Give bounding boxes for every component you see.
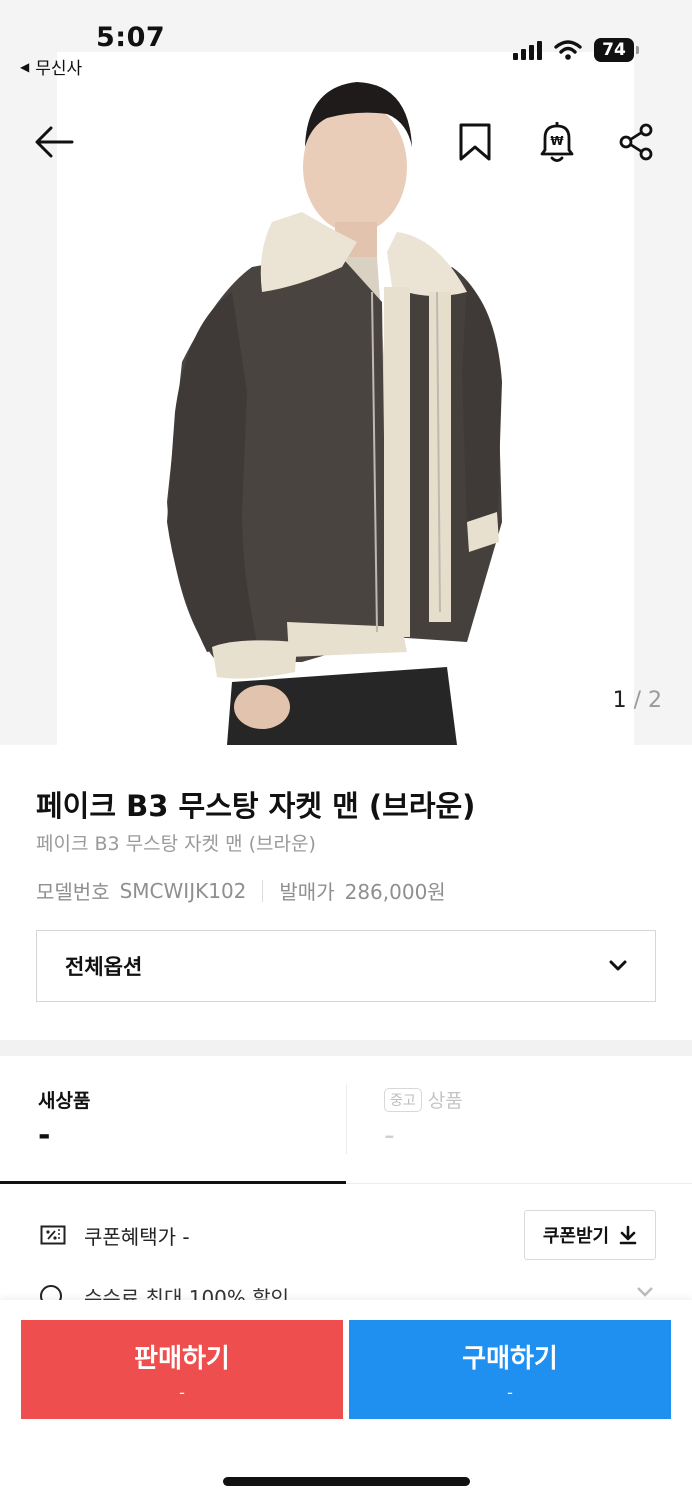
home-indicator[interactable] xyxy=(223,1477,470,1486)
condition-tabs: 새상품 - 중고 상품 - xyxy=(0,1056,692,1184)
release-price-label: 발매가 xyxy=(279,880,335,904)
status-indicators: 74 xyxy=(513,38,639,62)
price-alert-button[interactable]: ₩ xyxy=(529,110,585,174)
svg-text:₩: ₩ xyxy=(550,134,564,148)
used-badge: 중고 xyxy=(384,1087,422,1112)
fee-discount-row[interactable]: 수수료 최대 100% 할인 xyxy=(0,1280,692,1300)
coupon-row: 쿠폰혜택가 - 쿠폰받기 xyxy=(0,1184,692,1288)
get-coupon-label: 쿠폰받기 xyxy=(542,1226,610,1247)
back-arrow-icon xyxy=(35,126,74,158)
tab-used-label-group: 중고 상품 xyxy=(384,1086,463,1113)
wifi-icon xyxy=(554,40,582,60)
total-image-count: 2 xyxy=(648,688,662,713)
cellular-signal-icon xyxy=(513,40,542,60)
product-meta: 모델번호 SMCWIJK102 발매가 286,000원 xyxy=(36,876,446,905)
return-app-name: 무신사 xyxy=(35,59,83,79)
back-triangle-icon: ◀ xyxy=(20,59,30,74)
battery-indicator: 74 xyxy=(594,38,639,62)
return-to-app-link[interactable]: ◀ 무신사 xyxy=(20,54,82,79)
current-image-index: 1 xyxy=(612,688,627,713)
back-button[interactable] xyxy=(26,110,82,174)
status-time: 5:07 xyxy=(96,22,166,53)
tab-used-label: 상품 xyxy=(427,1090,463,1112)
tab-new-price: - xyxy=(38,1118,51,1153)
chevron-down-icon xyxy=(609,960,627,971)
counter-separator: / xyxy=(626,688,648,713)
bottom-action-bar: 판매하기 - 구매하기 - xyxy=(0,1300,692,1500)
product-title: 페이크 B3 무스탕 자켓 맨 (브라운) xyxy=(36,789,476,823)
sell-price: - xyxy=(179,1382,185,1402)
image-page-counter: 1 / 2 xyxy=(613,688,662,713)
model-number-label: 모델번호 xyxy=(36,880,110,904)
coupon-price-text: 쿠폰혜택가 - xyxy=(84,1225,190,1249)
tab-new-label: 새상품 xyxy=(38,1090,91,1112)
bookmark-icon xyxy=(459,123,491,161)
coupon-icon xyxy=(40,1225,66,1245)
fee-discount-text: 수수료 최대 100% 할인 xyxy=(84,1286,290,1300)
section-divider xyxy=(0,1040,692,1056)
product-top-nav: ₩ xyxy=(0,110,692,174)
status-bar: 5:07 ◀ 무신사 74 xyxy=(0,0,692,80)
price-alert-bell-icon: ₩ xyxy=(540,122,574,162)
download-icon xyxy=(619,1225,637,1245)
sell-button[interactable]: 판매하기 - xyxy=(21,1320,343,1419)
product-subtitle: 페이크 B3 무스탕 자켓 맨 (브라운) xyxy=(36,833,316,855)
share-button[interactable] xyxy=(608,110,664,174)
buy-price: - xyxy=(507,1382,513,1402)
buy-button[interactable]: 구매하기 - xyxy=(349,1320,671,1419)
buy-label: 구매하기 xyxy=(462,1343,558,1374)
expand-chevron-icon xyxy=(637,1287,653,1297)
sell-label: 판매하기 xyxy=(134,1343,230,1374)
discount-badge-icon xyxy=(40,1285,62,1300)
option-select[interactable]: 전체옵션 xyxy=(36,930,656,1002)
release-price-value: 286,000원 xyxy=(344,880,446,904)
tab-new-product[interactable]: 새상품 - xyxy=(0,1056,346,1184)
tab-used-product[interactable]: 중고 상품 - xyxy=(346,1056,692,1184)
meta-divider xyxy=(262,879,264,902)
share-icon xyxy=(619,123,653,161)
option-select-value: 전체옵션 xyxy=(65,955,143,979)
tab-used-price: - xyxy=(384,1118,395,1153)
bookmark-button[interactable] xyxy=(447,110,503,174)
get-coupon-button[interactable]: 쿠폰받기 xyxy=(524,1210,656,1260)
model-number-value: SMCWIJK102 xyxy=(119,878,247,903)
